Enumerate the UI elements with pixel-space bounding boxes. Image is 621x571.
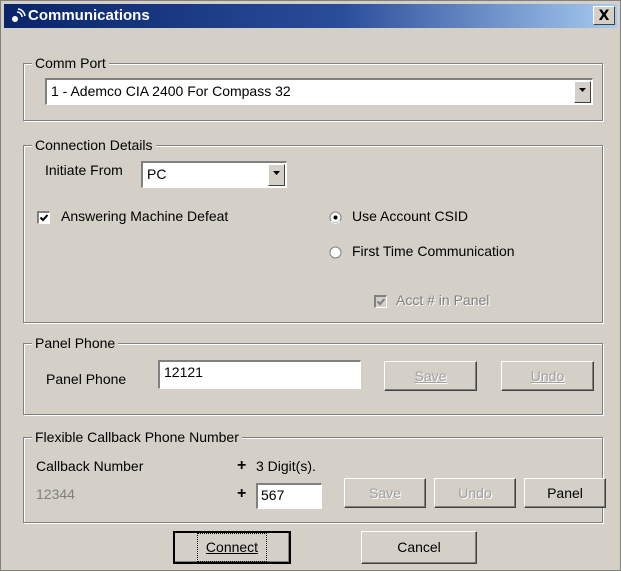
connection-details-legend: Connection Details	[32, 137, 156, 153]
cancel-button[interactable]: Cancel	[361, 531, 477, 564]
callback-save-label: Save	[369, 485, 401, 501]
connection-details-group: Connection Details Initiate From PC Answ…	[23, 137, 603, 323]
panel-phone-undo-button[interactable]: Undo	[501, 361, 594, 391]
panel-phone-save-label: Save	[414, 368, 447, 384]
plus-symbol: +	[237, 485, 247, 502]
callback-undo-label: Undo	[458, 485, 492, 501]
callback-legend: Flexible Callback Phone Number	[32, 429, 242, 445]
title-bar[interactable]: Communications X	[4, 4, 617, 28]
panel-phone-undo-label: Undo	[530, 368, 565, 384]
panel-phone-label: Panel Phone	[46, 371, 127, 387]
answering-machine-checkbox[interactable]	[37, 211, 50, 224]
comm-port-group: Comm Port 1 - Ademco CIA 2400 For Compas…	[23, 55, 603, 121]
callback-panel-label: Panel	[547, 485, 583, 501]
callback-number-label: Callback Number	[36, 458, 144, 474]
connect-button[interactable]: Connect	[173, 531, 291, 564]
communications-icon	[12, 8, 26, 22]
panel-phone-save-button[interactable]: Save	[384, 361, 477, 391]
initiate-from-select[interactable]: PC	[141, 161, 287, 188]
chevron-down-icon	[579, 88, 586, 92]
acct-in-panel-label: Acct # in Panel	[396, 292, 490, 308]
use-account-csid-radio[interactable]	[329, 211, 342, 224]
chevron-down-icon	[273, 171, 280, 175]
cancel-label: Cancel	[397, 539, 441, 555]
comm-port-legend: Comm Port	[32, 55, 109, 71]
initiate-from-value: PC	[147, 166, 167, 182]
checkmark-icon	[39, 214, 49, 222]
digits-label: 3 Digit(s).	[256, 458, 316, 474]
acct-in-panel-checkbox[interactable]	[374, 295, 387, 308]
use-account-csid-label: Use Account CSID	[352, 208, 468, 224]
initiate-from-label: Initiate From	[45, 162, 123, 178]
first-time-communication-radio[interactable]	[329, 246, 342, 259]
callback-panel-button[interactable]: Panel	[524, 478, 606, 508]
checkmark-icon	[376, 298, 386, 306]
communications-dialog: Communications X Comm Port 1 - Ademco CI…	[0, 0, 621, 571]
comm-port-value: 1 - Ademco CIA 2400 For Compass 32	[51, 83, 291, 99]
callback-suffix-input[interactable]: 567	[256, 483, 322, 509]
window-title: Communications	[28, 7, 150, 24]
plus-symbol: +	[237, 457, 247, 474]
answering-machine-label: Answering Machine Defeat	[61, 208, 229, 224]
close-button[interactable]: X	[593, 6, 615, 25]
panel-phone-group: Panel Phone Panel Phone 12121 Save Undo	[23, 335, 603, 415]
callback-group: Flexible Callback Phone Number Callback …	[23, 429, 606, 523]
panel-phone-legend: Panel Phone	[32, 335, 119, 351]
connect-label: Connect	[196, 533, 268, 562]
initiate-from-dropdown-button[interactable]	[268, 164, 285, 186]
first-time-communication-label: First Time Communication	[352, 243, 515, 259]
comm-port-dropdown-button[interactable]	[574, 81, 591, 103]
callback-save-button[interactable]: Save	[344, 478, 426, 508]
callback-undo-button[interactable]: Undo	[434, 478, 516, 508]
comm-port-select[interactable]: 1 - Ademco CIA 2400 For Compass 32	[45, 78, 593, 105]
panel-phone-input[interactable]: 12121	[158, 360, 361, 389]
callback-base-number: 12344	[36, 486, 75, 502]
